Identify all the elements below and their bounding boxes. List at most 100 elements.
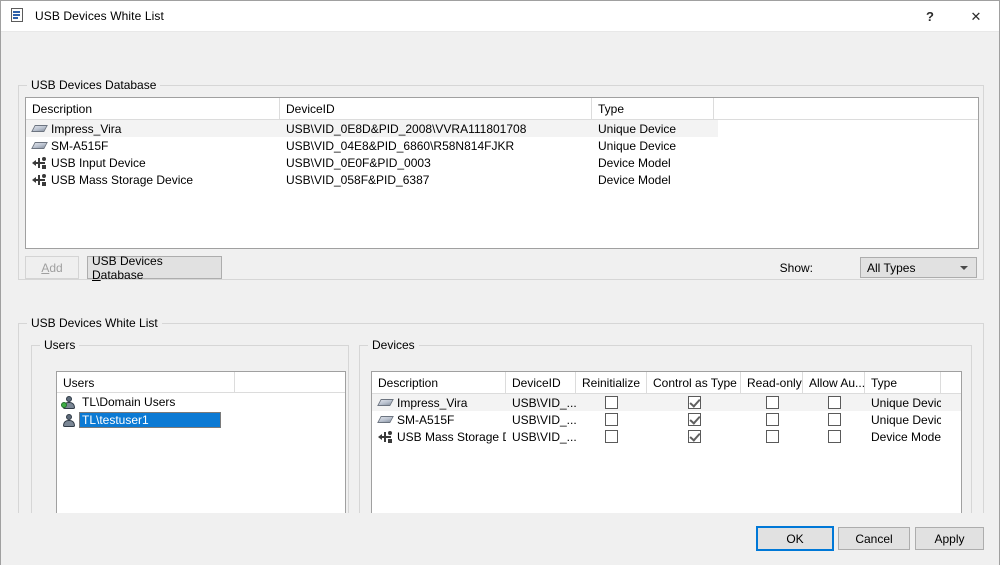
- user-icon: [61, 413, 77, 428]
- cell-description: USB Mass Storage Device: [372, 428, 506, 445]
- col-users[interactable]: Users: [57, 372, 235, 393]
- devices-group: Devices Description DeviceID Reinitializ…: [359, 338, 973, 550]
- cancel-button[interactable]: Cancel: [838, 527, 910, 550]
- chip-icon: [377, 413, 394, 426]
- table-row[interactable]: SM-A515F USB\VID_04E8&PID_6860\R58N814FJ…: [26, 137, 978, 154]
- cell-reinitialize[interactable]: [576, 428, 647, 445]
- row-description: SM-A515F: [51, 138, 109, 153]
- ok-button[interactable]: OK: [756, 526, 834, 551]
- cell-read-only[interactable]: [741, 394, 803, 411]
- row-deviceid: USB\VID_0E0F&PID_0003: [286, 155, 431, 170]
- cell-description: SM-A515F: [26, 137, 280, 154]
- cell-allow-au[interactable]: [803, 428, 865, 445]
- allow-au-checkbox[interactable]: [827, 396, 841, 409]
- col-reinitialize[interactable]: Reinitialize: [576, 372, 647, 394]
- row-deviceid: USB\VID_...: [512, 395, 576, 410]
- row-type: Device Model: [598, 155, 671, 170]
- col-allow-au[interactable]: Allow Au...: [803, 372, 865, 394]
- list-item[interactable]: TL\Domain Users: [57, 393, 345, 411]
- user-name: TL\Domain Users: [82, 395, 176, 409]
- row-type: Device Model: [598, 172, 671, 187]
- col-deviceid[interactable]: DeviceID: [280, 98, 592, 120]
- table-row[interactable]: USB Mass Storage Device USB\VID_058F&PID…: [26, 171, 978, 188]
- add-database-button-rest: dd: [49, 260, 63, 275]
- col-devices-filler: [941, 372, 961, 394]
- show-label-mnemonic: h: [787, 261, 795, 275]
- table-row[interactable]: SM-A515F USB\VID_... Unique Device: [372, 411, 961, 428]
- dialog-button-bar: OK Cancel Apply: [1, 513, 999, 565]
- read-only-checkbox[interactable]: [765, 430, 779, 443]
- row-description: USB Input Device: [51, 155, 146, 170]
- user-name: TL\testuser1: [79, 412, 221, 428]
- col-users-filler: [235, 372, 345, 393]
- cell-control-as-type[interactable]: [647, 394, 741, 411]
- devices-list-body: Impress_Vira USB\VID_... Unique Device S…: [372, 394, 961, 445]
- usb-devices-database-group-label: USB Devices Database: [27, 78, 161, 92]
- row-type: Unique Device: [598, 121, 677, 136]
- table-row[interactable]: USB Input Device USB\VID_0E0F&PID_0003 D…: [26, 154, 978, 171]
- usb-icon: [32, 173, 48, 187]
- col-description[interactable]: Description: [26, 98, 280, 120]
- devices-group-label: Devices: [368, 338, 419, 352]
- usb-devices-whitelist-group-label: USB Devices White List: [27, 316, 162, 330]
- list-item[interactable]: TL\testuser1: [57, 411, 345, 429]
- users-list[interactable]: Users TL\Domain Users TL\testuser1: [56, 371, 346, 518]
- allow-au-checkbox[interactable]: [827, 413, 841, 426]
- cell-allow-au[interactable]: [803, 411, 865, 428]
- users-list-header: Users: [57, 372, 345, 393]
- window-title: USB Devices White List: [35, 9, 164, 23]
- chip-icon: [377, 396, 394, 409]
- db-btn-mnemonic: D: [92, 267, 101, 282]
- row-type: Unique Device: [598, 138, 677, 153]
- row-deviceid: USB\VID_...: [512, 429, 576, 444]
- database-list-header: Description DeviceID Type: [26, 98, 978, 120]
- cell-control-as-type[interactable]: [647, 428, 741, 445]
- reinitialize-checkbox[interactable]: [605, 430, 618, 443]
- allow-au-checkbox[interactable]: [827, 430, 841, 443]
- row-type: Unique Device: [871, 412, 941, 427]
- cell-read-only[interactable]: [741, 428, 803, 445]
- chip-icon: [31, 122, 48, 135]
- whitelist-devices-list[interactable]: Description DeviceID Reinitialize Contro…: [371, 371, 962, 518]
- row-type: Unique Device: [871, 395, 941, 410]
- control-as-type-checkbox[interactable]: [687, 413, 701, 426]
- col-control-as-type[interactable]: Control as Type: [647, 372, 741, 394]
- col-type[interactable]: Type: [865, 372, 941, 394]
- usb-icon: [32, 156, 48, 170]
- control-as-type-checkbox[interactable]: [687, 396, 701, 409]
- table-row[interactable]: Impress_Vira USB\VID_0E8D&PID_2008\VVRA1…: [26, 120, 718, 137]
- apply-button[interactable]: Apply: [915, 527, 984, 550]
- table-row[interactable]: Impress_Vira USB\VID_... Unique Device: [372, 394, 961, 411]
- cell-description: USB Mass Storage Device: [26, 171, 280, 188]
- add-database-button[interactable]: Add: [25, 256, 79, 279]
- cell-reinitialize[interactable]: [576, 394, 647, 411]
- row-deviceid: USB\VID_0E8D&PID_2008\VVRA111801708: [286, 121, 527, 136]
- read-only-checkbox[interactable]: [765, 396, 779, 409]
- cell-control-as-type[interactable]: [647, 411, 741, 428]
- user-group-icon: [61, 395, 77, 410]
- reinitialize-checkbox[interactable]: [605, 396, 618, 409]
- cell-reinitialize[interactable]: [576, 411, 647, 428]
- row-description: Impress_Vira: [51, 121, 122, 136]
- help-icon[interactable]: ?: [907, 1, 953, 32]
- usb-devices-database-list[interactable]: Description DeviceID Type Impress_Vira U…: [25, 97, 979, 249]
- cell-read-only[interactable]: [741, 411, 803, 428]
- col-deviceid[interactable]: DeviceID: [506, 372, 576, 394]
- usb-devices-database-button[interactable]: USB Devices Database: [87, 254, 222, 282]
- col-description[interactable]: Description: [372, 372, 506, 394]
- close-icon[interactable]: ✕: [953, 1, 999, 32]
- row-deviceid: USB\VID_...: [512, 412, 576, 427]
- show-filter-value: All Types: [867, 260, 916, 275]
- read-only-checkbox[interactable]: [765, 413, 779, 426]
- row-description: SM-A515F: [397, 412, 455, 427]
- col-type[interactable]: Type: [592, 98, 714, 120]
- reinitialize-checkbox[interactable]: [605, 413, 618, 426]
- show-label: Show:: [779, 261, 813, 275]
- show-filter-dropdown[interactable]: All Types: [860, 257, 977, 278]
- title-bar: USB Devices White List ? ✕: [1, 1, 999, 32]
- row-deviceid: USB\VID_058F&PID_6387: [286, 172, 430, 187]
- col-read-only[interactable]: Read-only: [741, 372, 803, 394]
- cell-allow-au[interactable]: [803, 394, 865, 411]
- control-as-type-checkbox[interactable]: [687, 430, 701, 443]
- table-row[interactable]: USB Mass Storage Device USB\VID_... Devi…: [372, 428, 961, 445]
